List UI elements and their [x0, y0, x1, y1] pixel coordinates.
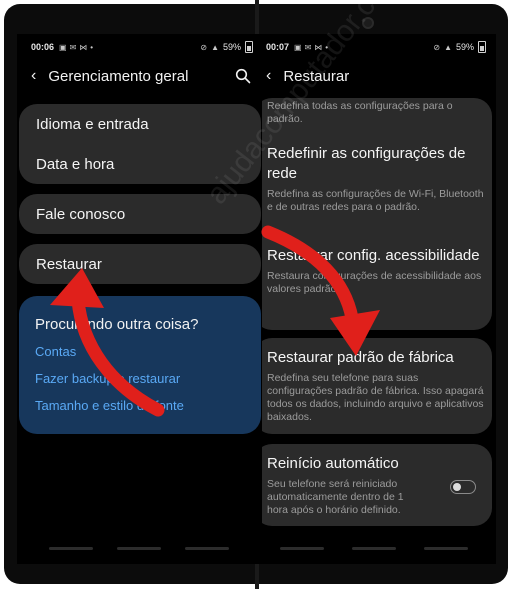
reset-accessibility-title: Restaurar config. acessibilidade: [267, 247, 480, 264]
reset-all-settings[interactable]: Redefina todas as configurações para o p…: [267, 98, 485, 126]
bowtie-icon: ⋈: [314, 42, 323, 52]
factory-reset-title: Restaurar padrão de fábrica: [267, 349, 454, 366]
mute-icon: ⊘: [433, 42, 441, 52]
page-title: Restaurar: [283, 67, 350, 85]
status-bar: 00:07 ▣ ✉ ⋈ • ⊘ ▲ 59%: [266, 40, 486, 54]
factory-reset[interactable]: Restaurar padrão de fábrica Redefina seu…: [267, 348, 485, 424]
battery-icon: [478, 41, 486, 53]
battery-percent: 59%: [222, 42, 241, 52]
status-bar: 00:06 ▣ ✉ ⋈ • ⊘ ▲ 59%: [31, 40, 253, 54]
image-icon: ▣: [294, 42, 302, 52]
image-icon: ▣: [59, 42, 67, 52]
dot-icon: •: [325, 42, 329, 52]
nav-bar-segment: [185, 547, 229, 550]
battery-icon: [245, 41, 253, 53]
auto-restart-toggle[interactable]: [450, 480, 476, 494]
suggestions-heading: Procurando outra coisa?: [35, 316, 199, 333]
battery-percent: 59%: [455, 42, 474, 52]
link-backup-restaurar[interactable]: Fazer backup e restaurar: [35, 371, 180, 386]
signal-icon: ▲: [444, 42, 452, 52]
status-time: 00:07: [266, 42, 290, 52]
left-screen: 00:06 ▣ ✉ ⋈ • ⊘ ▲ 59% ‹ Gerenciamento ge…: [17, 34, 263, 564]
nav-bar-segment: [49, 547, 93, 550]
back-arrow-icon[interactable]: ‹: [266, 68, 271, 84]
toggle-knob: [453, 482, 461, 491]
factory-reset-card: Restaurar padrão de fábrica Redefina seu…: [262, 338, 492, 434]
contact-group: Fale conosco: [19, 194, 261, 234]
mail-icon: ✉: [304, 42, 312, 52]
dot-icon: •: [90, 42, 94, 52]
reset-network-title: Redefinir as configurações de rede: [267, 145, 466, 182]
suggestions-card: Procurando outra coisa? Contas Fazer bac…: [19, 296, 261, 434]
bowtie-icon: ⋈: [79, 42, 88, 52]
link-contas[interactable]: Contas: [35, 344, 76, 359]
menu-item-data-hora[interactable]: Data e hora: [36, 156, 114, 173]
factory-reset-desc: Redefina seu telefone para suas configur…: [267, 372, 484, 423]
nav-bar-segment: [424, 547, 468, 550]
page-title: Gerenciamento geral: [48, 67, 189, 85]
reset-accessibility[interactable]: Restaurar config. acessibilidade Restaur…: [267, 246, 485, 296]
auto-restart-desc: Seu telefone será reiniciado automaticam…: [267, 478, 404, 516]
front-camera: [362, 17, 374, 29]
right-screen: 00:07 ▣ ✉ ⋈ • ⊘ ▲ 59% ‹ Restaurar Redefi…: [262, 34, 496, 564]
reset-network-desc: Redefina as configurações de Wi-Fi, Blue…: [267, 188, 484, 213]
app-bar: ‹ Gerenciamento geral: [31, 64, 251, 88]
nav-bar-segment: [352, 547, 396, 550]
nav-bar-segment: [280, 547, 324, 550]
search-icon[interactable]: [235, 68, 251, 84]
mail-icon: ✉: [69, 42, 77, 52]
menu-item-fale-conosco[interactable]: Fale conosco: [36, 206, 125, 223]
notification-icons: ▣ ✉ ⋈ •: [294, 43, 328, 52]
settings-card: Redefina todas as configurações para o p…: [262, 98, 492, 330]
auto-restart[interactable]: Reinício automático Seu telefone será re…: [267, 454, 427, 517]
signal-icon: ▲: [211, 42, 219, 52]
menu-item-restaurar[interactable]: Restaurar: [36, 256, 102, 273]
restore-group: Restaurar: [19, 244, 261, 284]
auto-restart-title: Reinício automático: [267, 455, 399, 472]
status-time: 00:06: [31, 42, 55, 52]
menu-item-idioma[interactable]: Idioma e entrada: [36, 116, 149, 133]
reset-all-desc: Redefina todas as configurações para o p…: [267, 100, 453, 125]
back-arrow-icon[interactable]: ‹: [31, 68, 36, 84]
reset-network-settings[interactable]: Redefinir as configurações de rede Redef…: [267, 144, 485, 214]
notification-icons: ▣ ✉ ⋈ •: [59, 43, 93, 52]
link-tamanho-fonte[interactable]: Tamanho e estilo da fonte: [35, 398, 184, 413]
language-time-group: Idioma e entrada Data e hora: [19, 104, 261, 184]
mute-icon: ⊘: [200, 42, 208, 52]
nav-bar-segment: [117, 547, 161, 550]
app-bar: ‹ Restaurar: [266, 64, 484, 88]
reset-accessibility-desc: Restaura configurações de acessibilidade…: [267, 270, 482, 295]
